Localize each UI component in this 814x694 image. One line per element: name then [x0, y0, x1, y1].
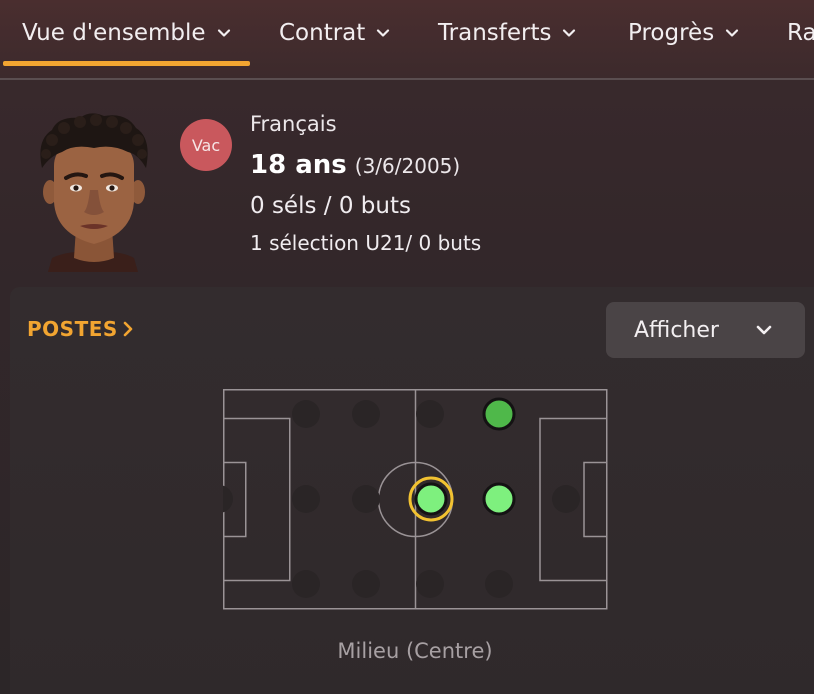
tab-label: Progrès — [628, 20, 715, 46]
age-line: 18 ans (3/6/2005) — [250, 150, 460, 180]
chevron-down-icon — [756, 325, 772, 335]
tab-contract[interactable]: Contrat — [279, 16, 391, 50]
selected-position-label: Milieu (Centre) — [337, 639, 493, 663]
active-tab-indicator — [3, 61, 250, 66]
age: 18 ans — [250, 150, 347, 180]
position-slot[interactable] — [292, 400, 320, 428]
position-slot[interactable] — [416, 400, 444, 428]
position-selected[interactable] — [414, 482, 448, 516]
tab-transfers[interactable]: Transferts — [438, 16, 577, 50]
u21-caps: 1 sélection U21/ 0 buts — [250, 231, 482, 255]
chevron-down-icon — [726, 29, 739, 37]
chevron-right-icon — [123, 321, 133, 337]
position-slot[interactable] — [292, 570, 320, 598]
display-dropdown-label: Afficher — [634, 317, 719, 343]
position-slot[interactable] — [352, 570, 380, 598]
tab-bar: Vue d'ensemble Contrat Transferts Progrè… — [0, 0, 814, 80]
nationality: Français — [250, 112, 337, 136]
position-slot[interactable] — [416, 570, 444, 598]
positions-pitch — [223, 389, 608, 610]
positions-title: POSTES — [27, 317, 118, 341]
position-natural[interactable] — [482, 482, 516, 516]
position-slot[interactable] — [352, 400, 380, 428]
tab-label: Transferts — [438, 20, 552, 46]
international-caps: 0 séls / 0 buts — [250, 193, 411, 219]
tab-overview[interactable]: Vue d'ensemble — [22, 16, 232, 50]
player-portrait — [40, 113, 148, 272]
position-slot[interactable] — [292, 485, 320, 513]
tab-label: Ra — [787, 20, 814, 46]
position-slot[interactable] — [223, 485, 233, 513]
date-of-birth: (3/6/2005) — [354, 154, 461, 178]
tab-progress[interactable]: Progrès — [628, 16, 740, 50]
position-slot[interactable] — [485, 570, 513, 598]
empty-positions — [223, 400, 580, 598]
chevron-down-icon — [563, 29, 576, 37]
tab-label: Vue d'ensemble — [22, 20, 206, 46]
nation-badge[interactable]: Vac — [180, 119, 232, 171]
tab-label: Contrat — [279, 20, 366, 46]
chevron-down-icon — [217, 29, 230, 37]
position-accomplished[interactable] — [482, 397, 516, 431]
tab-reports[interactable]: Ra — [787, 16, 814, 50]
position-slot[interactable] — [352, 485, 380, 513]
chevron-down-icon — [377, 29, 390, 37]
positions-title-link[interactable]: POSTES — [27, 317, 134, 341]
display-dropdown[interactable]: Afficher — [606, 302, 805, 358]
position-slot[interactable] — [552, 485, 580, 513]
